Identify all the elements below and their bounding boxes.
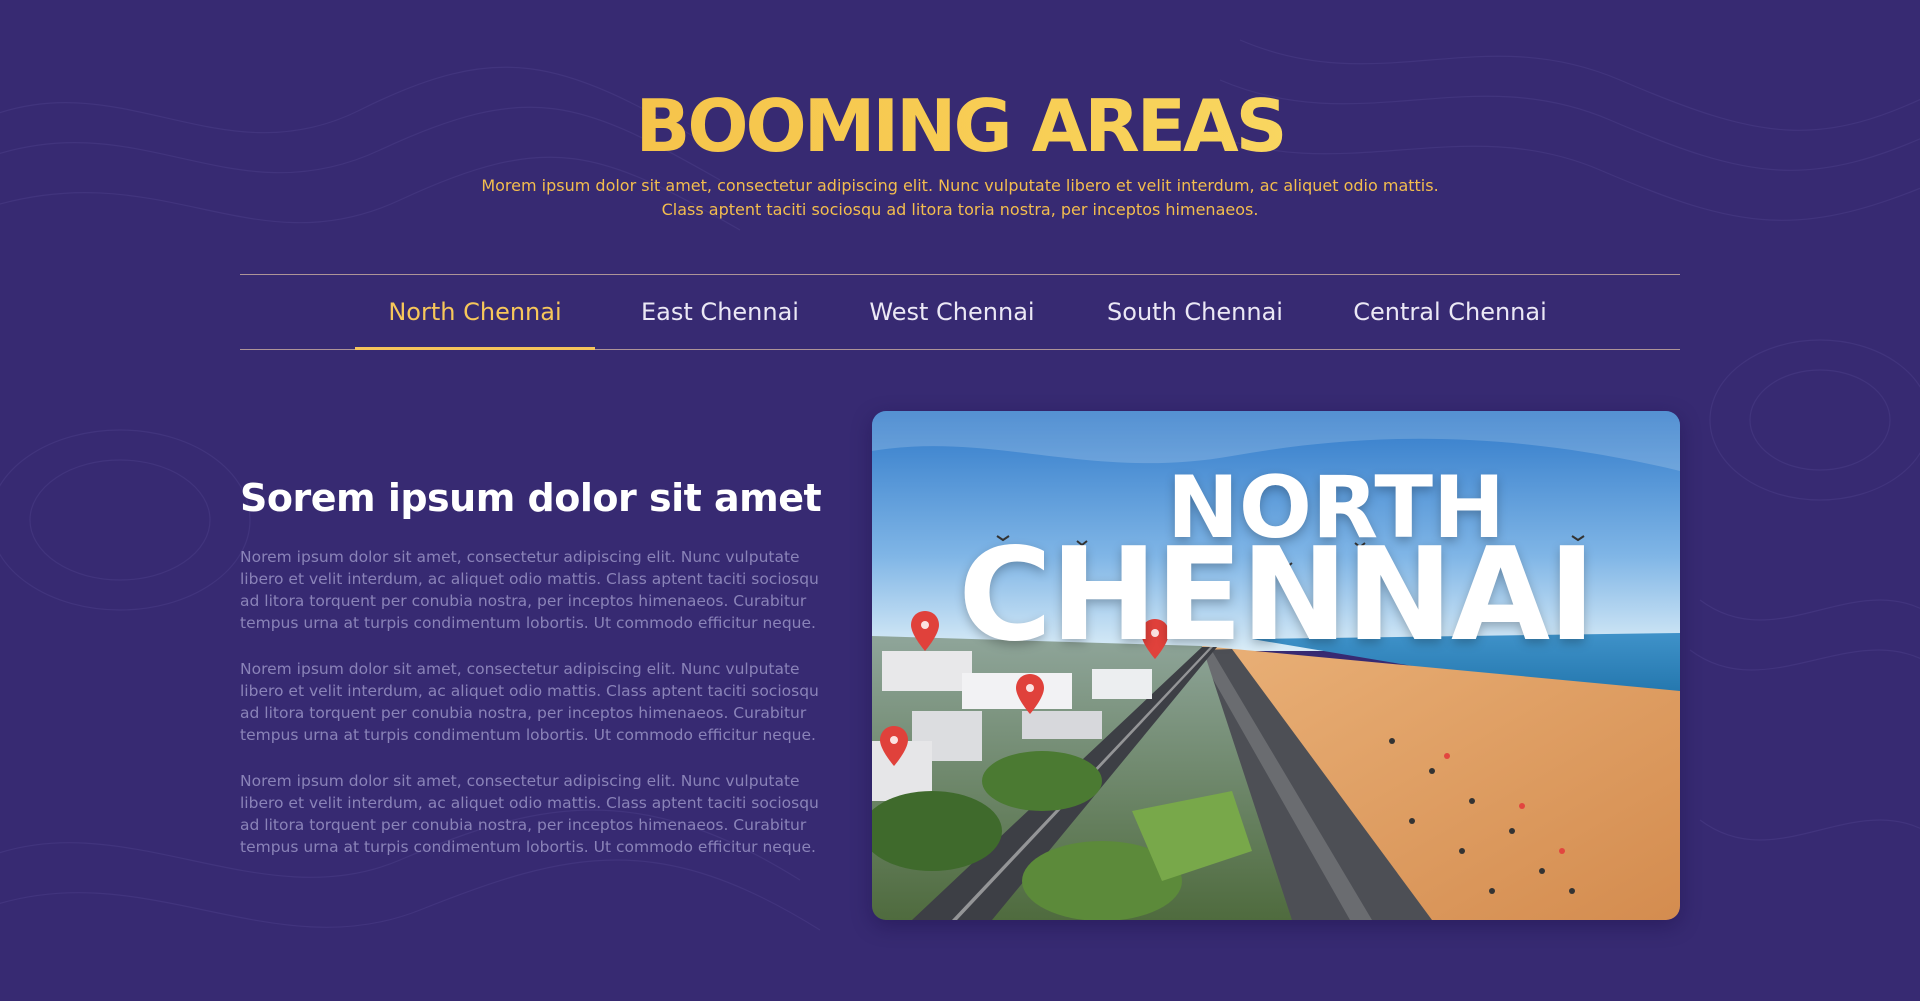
subtitle-line: Class aptent taciti sociosqu ad litora t… (661, 200, 1259, 219)
area-description: Sorem ipsum dolor sit amet Norem ipsum d… (240, 468, 840, 858)
area-image: NORTH CHENNAI (872, 411, 1680, 920)
tab-west-chennai[interactable]: West Chennai (852, 275, 1052, 349)
image-heading-chennai: CHENNAI (958, 521, 1595, 670)
section-header: BOOMING AREAS Morem ipsum dolor sit amet… (0, 86, 1920, 222)
tab-east-chennai[interactable]: East Chennai (620, 275, 820, 349)
area-paragraph: Norem ipsum dolor sit amet, consectetur … (240, 660, 819, 744)
area-tabs: North Chennai East Chennai West Chennai … (240, 274, 1680, 350)
active-tab-indicator (355, 347, 595, 350)
area-paragraph: Norem ipsum dolor sit amet, consectetur … (240, 772, 819, 856)
tab-south-chennai[interactable]: South Chennai (1090, 275, 1300, 349)
area-paragraph: Norem ipsum dolor sit amet, consectetur … (240, 548, 819, 632)
area-title: Sorem ipsum dolor sit amet (240, 476, 822, 520)
section-title: BOOMING AREAS (0, 86, 1920, 166)
tab-north-chennai[interactable]: North Chennai (355, 275, 595, 349)
tab-central-chennai[interactable]: Central Chennai (1335, 275, 1565, 349)
section-subtitle: Morem ipsum dolor sit amet, consectetur … (470, 174, 1450, 222)
subtitle-line: Morem ipsum dolor sit amet, consectetur … (481, 176, 1439, 195)
